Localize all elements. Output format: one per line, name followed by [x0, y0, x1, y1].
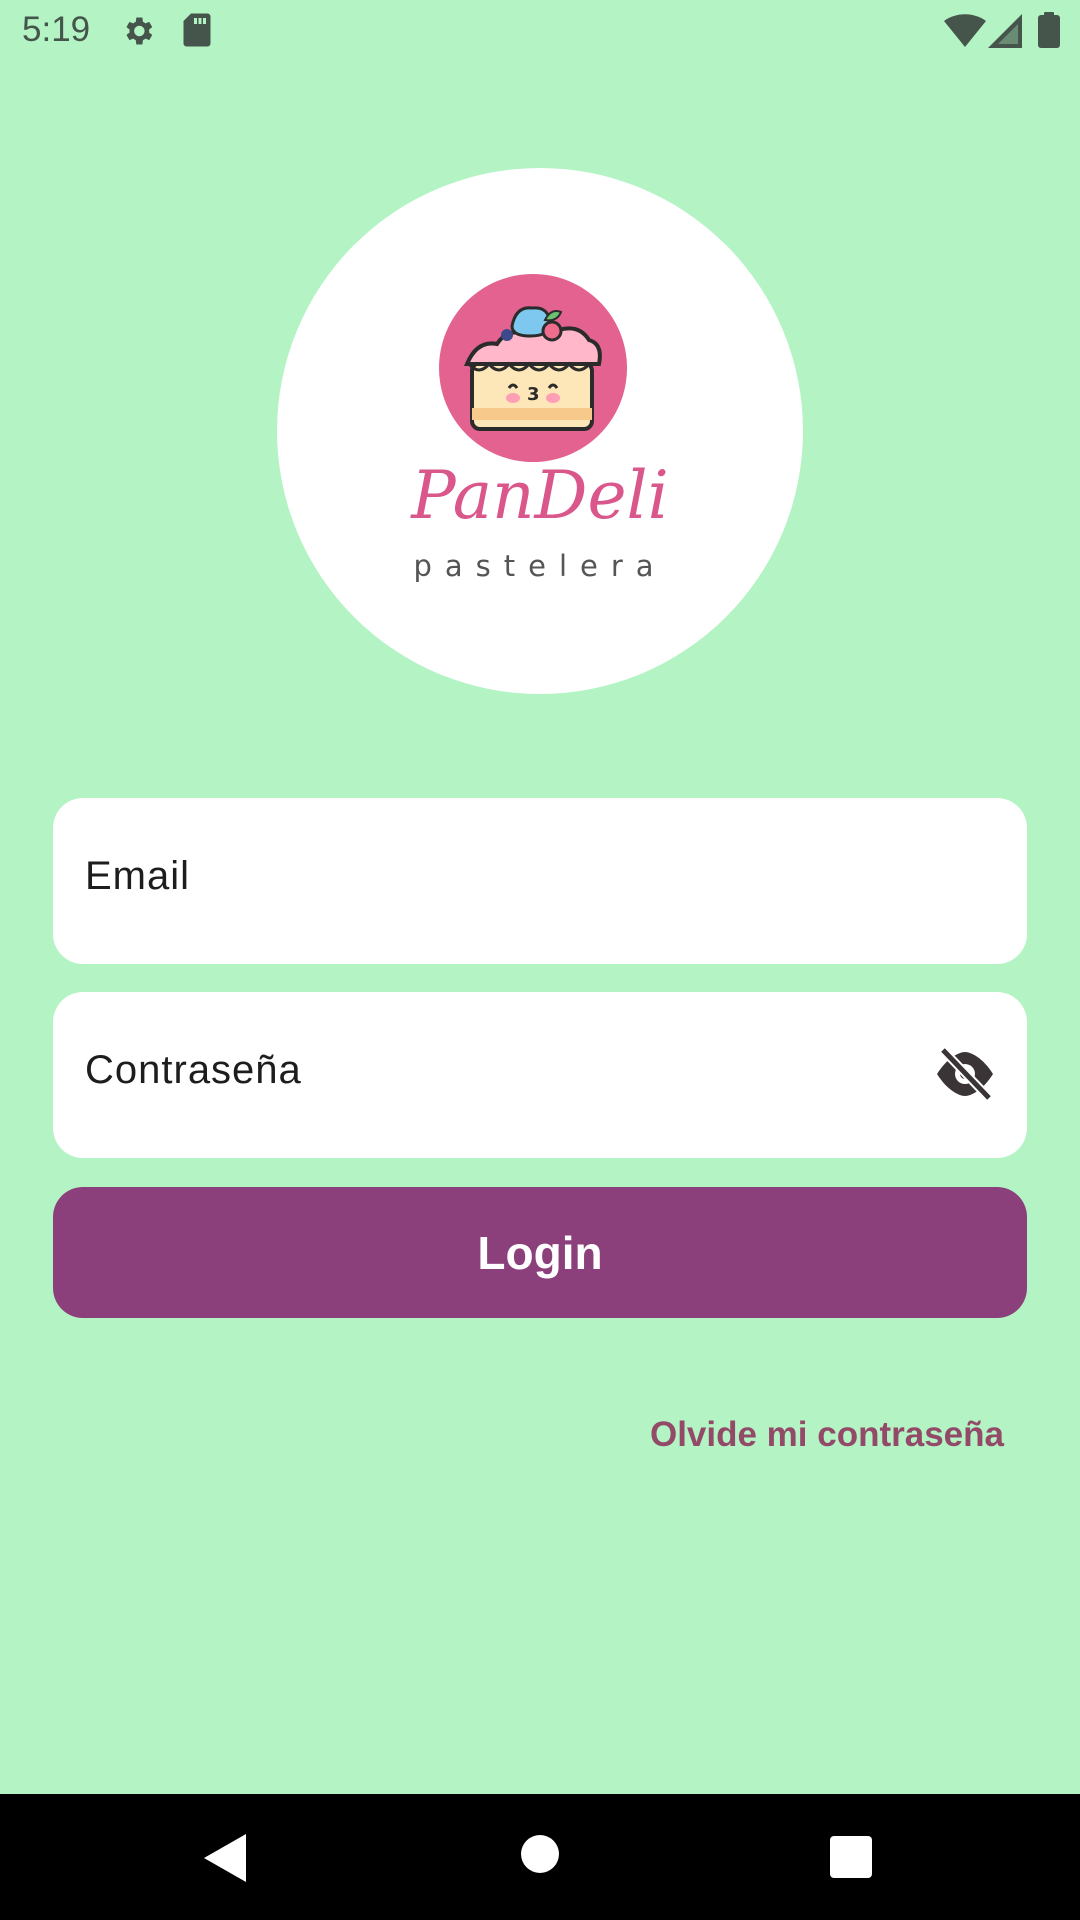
- signal-icon: [988, 14, 1022, 48]
- recents-icon[interactable]: [830, 1836, 872, 1878]
- login-screen: 5:19 3 PanDeli pastelera Email Contraseñ…: [0, 0, 1080, 1920]
- cake-logo-image: 3 PanDeli pastelera: [410, 274, 669, 583]
- login-button[interactable]: Login: [53, 1187, 1027, 1318]
- email-field[interactable]: Email: [53, 798, 1027, 964]
- status-bar: 5:19: [0, 0, 1080, 63]
- settings-icon: [126, 17, 153, 45]
- forgot-password-link[interactable]: Olvide mi contraseña: [650, 1415, 1004, 1455]
- navigation-bar: [0, 1794, 1080, 1920]
- wifi-icon: [944, 14, 986, 47]
- home-icon[interactable]: [520, 1834, 560, 1874]
- email-label: Email: [85, 854, 191, 898]
- password-field[interactable]: Contraseña: [53, 992, 1027, 1158]
- sdcard-icon: [183, 13, 211, 47]
- status-time: 5:19: [22, 10, 91, 49]
- svg-text:3: 3: [527, 384, 540, 405]
- brand-subtitle-text: pastelera: [413, 549, 666, 583]
- password-label: Contraseña: [85, 1048, 302, 1092]
- brand-script-text: PanDeli: [410, 457, 669, 534]
- brand-logo: 3 PanDeli pastelera: [277, 168, 803, 694]
- back-icon[interactable]: [204, 1834, 246, 1882]
- battery-icon: [1038, 12, 1060, 48]
- visibility-off-icon[interactable]: [933, 1046, 997, 1102]
